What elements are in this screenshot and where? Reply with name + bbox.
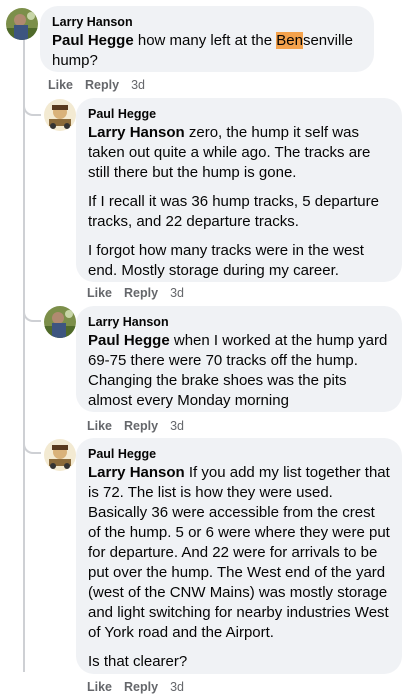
timestamp[interactable]: 3d [170,419,184,433]
like-button[interactable]: Like [87,286,112,300]
timestamp[interactable]: 3d [131,78,145,92]
timestamp[interactable]: 3d [170,286,184,300]
avatar-larry-hanson[interactable] [6,8,38,40]
avatar-larry-hanson[interactable] [44,306,76,338]
thread-branch [23,434,41,454]
comment-text: Larry Hanson zero, the hump it self was … [88,124,379,279]
reply-button[interactable]: Reply [124,680,158,694]
thread-line [23,40,25,672]
mention-link[interactable]: Larry Hanson [88,124,185,141]
comment-actions: Like Reply 3d [87,418,196,434]
avatar-paul-hegge[interactable] [44,99,76,131]
comment-actions: Like Reply 3d [87,285,196,301]
comment-bubble: Paul Hegge Larry Hanson If you add my li… [76,438,402,674]
thread-branch [23,96,41,116]
mention-link[interactable]: Paul Hegge [88,332,170,349]
comment-text: Larry Hanson If you add my list together… [88,464,390,670]
comment-author[interactable]: Larry Hanson [52,14,362,30]
comment-actions: Like Reply 3d [48,77,157,93]
comment-author[interactable]: Paul Hegge [88,446,390,462]
comment-author[interactable]: Larry Hanson [88,314,390,330]
search-highlight: Ben [276,32,303,49]
comment-text: Paul Hegge how many left at the Bensenvi… [52,32,353,69]
thread-branch [23,302,41,322]
timestamp[interactable]: 3d [170,680,184,694]
reply-button[interactable]: Reply [124,419,158,433]
comment-author[interactable]: Paul Hegge [88,106,390,122]
like-button[interactable]: Like [48,78,73,92]
reply-button[interactable]: Reply [124,286,158,300]
comment-bubble: Larry Hanson Paul Hegge how many left at… [40,6,374,72]
avatar-paul-hegge[interactable] [44,439,76,471]
comment-bubble: Larry Hanson Paul Hegge when I worked at… [76,306,402,412]
reply-button[interactable]: Reply [85,78,119,92]
mention-link[interactable]: Larry Hanson [88,464,185,481]
mention-link[interactable]: Paul Hegge [52,32,134,49]
comment-text: Paul Hegge when I worked at the hump yar… [88,332,388,409]
comment-bubble: Paul Hegge Larry Hanson zero, the hump i… [76,98,402,282]
comment-actions: Like Reply 3d [87,679,196,695]
like-button[interactable]: Like [87,680,112,694]
like-button[interactable]: Like [87,419,112,433]
